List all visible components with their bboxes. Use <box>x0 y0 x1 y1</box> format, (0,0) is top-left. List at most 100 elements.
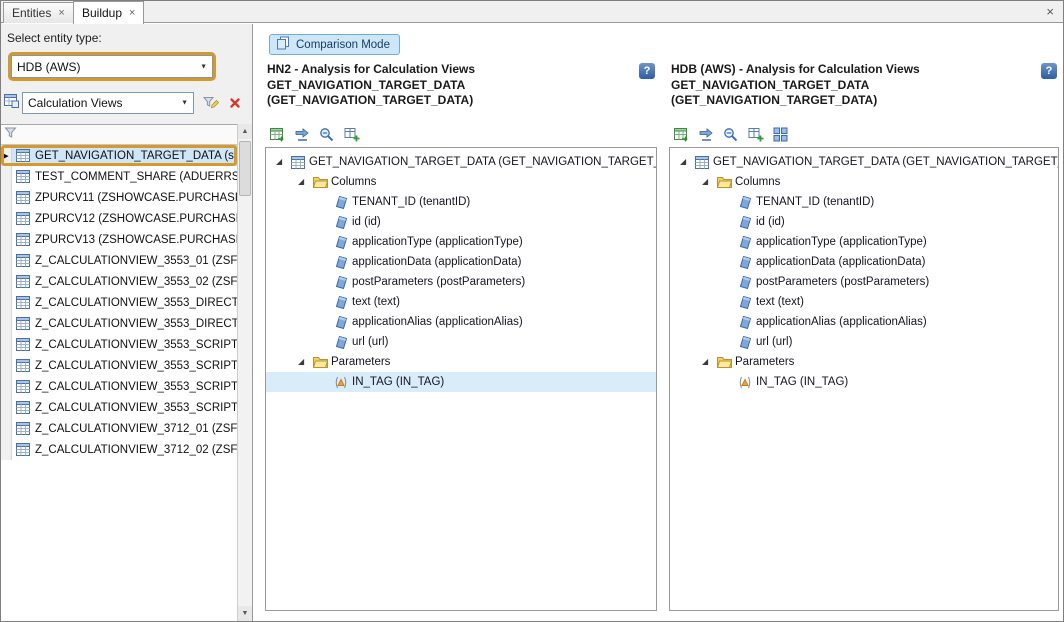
tree-item-label: applicationData (applicationData) <box>754 256 925 268</box>
list-item-label: TEST_COMMENT_SHARE (ADUERRST <box>34 171 237 183</box>
list-item[interactable]: Z_CALCULATIONVIEW_3712_01 (ZSF <box>1 418 237 439</box>
list-item-label: ZPURCV11 (ZSHOWCASE.PURCHASIN <box>34 192 237 204</box>
list-item[interactable]: Z_CALCULATIONVIEW_3553_SCRIPT <box>1 376 237 397</box>
expander-icon[interactable]: ◢ <box>702 178 715 186</box>
tree-item-label: postParameters (postParameters) <box>350 276 525 288</box>
tree-item[interactable]: postParameters (postParameters) <box>266 272 656 292</box>
tree-item[interactable]: url (url) <box>670 332 1058 352</box>
table-icon <box>12 296 34 309</box>
parameter-icon <box>736 376 754 389</box>
tree-item-label: Columns <box>329 176 376 188</box>
tab-entities[interactable]: Entities × <box>3 2 74 23</box>
list-item[interactable]: Z_CALCULATIONVIEW_3553_SCRIPT <box>1 397 237 418</box>
tree-item[interactable]: TENANT_ID (tenantID) <box>266 192 656 212</box>
expander-icon[interactable]: ◢ <box>680 158 693 166</box>
list-item[interactable]: Z_CALCULATIONVIEW_3712_02 (ZSF <box>1 439 237 460</box>
list-item-label: ZPURCV12 (ZSHOWCASE.PURCHASIN <box>34 213 237 225</box>
column-icon <box>332 336 350 349</box>
add-table-icon[interactable] <box>747 126 764 143</box>
column-icon <box>332 236 350 249</box>
column-icon <box>736 296 754 309</box>
tree-item-label: applicationAlias (applicationAlias) <box>350 316 523 328</box>
tree-item[interactable]: id (id) <box>670 212 1058 232</box>
expander-icon[interactable]: ◢ <box>276 158 289 166</box>
tree-item[interactable]: IN_TAG (IN_TAG) <box>266 372 656 392</box>
funnel-icon <box>4 126 17 144</box>
list-item[interactable]: ▶GET_NAVIGATION_TARGET_DATA (s <box>1 145 237 166</box>
tab-close-icon[interactable]: × <box>58 8 64 18</box>
list-item[interactable]: ZPURCV13 (ZSHOWCASE.PURCHASIN <box>1 229 237 250</box>
list-item[interactable]: Z_CALCULATIONVIEW_3553_01 (ZSF <box>1 250 237 271</box>
tree-item[interactable]: ◢Columns <box>670 172 1058 192</box>
table-icon <box>12 212 34 225</box>
tree-item[interactable]: applicationData (applicationData) <box>670 252 1058 272</box>
scroll-up-icon[interactable]: ▲ <box>238 124 252 139</box>
list-item[interactable]: ZPURCV12 (ZSHOWCASE.PURCHASIN <box>1 208 237 229</box>
excel-export-icon[interactable] <box>672 126 689 143</box>
expander-icon[interactable]: ◢ <box>298 358 311 366</box>
tree-item[interactable]: postParameters (postParameters) <box>670 272 1058 292</box>
tree-item-label: Parameters <box>733 356 794 368</box>
tree-item[interactable]: IN_TAG (IN_TAG) <box>670 372 1058 392</box>
tree-item[interactable]: url (url) <box>266 332 656 352</box>
comparison-icon <box>276 36 290 53</box>
view-type-dropdown-value: Calculation Views <box>28 96 123 110</box>
tree-item[interactable]: text (text) <box>670 292 1058 312</box>
tree-item[interactable]: ◢ Columns <box>266 172 656 192</box>
scrollbar-thumb[interactable] <box>239 141 251 196</box>
transfer-icon[interactable] <box>697 126 714 143</box>
table-icon <box>12 443 34 456</box>
tree-container: ◢GET_NAVIGATION_TARGET_DATA (GET_NAVIGAT… <box>265 147 657 611</box>
list-item[interactable]: Z_CALCULATIONVIEW_3553_DIRECT <box>1 313 237 334</box>
zoom-icon[interactable] <box>722 126 739 143</box>
panel-toolbar <box>672 125 789 143</box>
tree-item-label: url (url) <box>350 336 388 348</box>
tree-item[interactable]: applicationData (applicationData) <box>266 252 656 272</box>
tree-item[interactable]: applicationAlias (applicationAlias) <box>266 312 656 332</box>
matrix-icon[interactable] <box>772 126 789 143</box>
list-item[interactable]: Z_CALCULATIONVIEW_3553_SCRIPT <box>1 334 237 355</box>
entity-type-dropdown[interactable]: HDB (AWS) ▼ <box>11 55 213 78</box>
sidebar-scrollbar[interactable]: ▲ ▼ <box>237 124 252 621</box>
list-item[interactable]: TEST_COMMENT_SHARE (ADUERRST <box>1 166 237 187</box>
filter-edit-icon[interactable] <box>201 93 221 113</box>
list-item[interactable]: Z_CALCULATIONVIEW_3553_SCRIPT <box>1 355 237 376</box>
tree-item[interactable]: ◢GET_NAVIGATION_TARGET_DATA (GET_NAVIGAT… <box>670 152 1058 172</box>
tree-item[interactable]: applicationType (applicationType) <box>670 232 1058 252</box>
tree-item-label: IN_TAG (IN_TAG) <box>754 376 848 388</box>
help-icon[interactable]: ? <box>1041 63 1057 79</box>
tree-item[interactable]: ◢ Parameters <box>670 352 1058 372</box>
transfer-icon[interactable] <box>293 126 310 143</box>
row-gutter <box>1 355 12 376</box>
list-item[interactable]: Z_CALCULATIONVIEW_3553_02 (ZSF <box>1 271 237 292</box>
tree-item[interactable]: id (id) <box>266 212 656 232</box>
tree-item[interactable]: TENANT_ID (tenantID) <box>670 192 1058 212</box>
help-icon[interactable]: ? <box>639 63 655 79</box>
add-table-icon[interactable] <box>343 126 360 143</box>
comparison-mode-button[interactable]: Comparison Mode <box>269 34 400 55</box>
expander-icon[interactable]: ◢ <box>298 178 311 186</box>
view-type-dropdown[interactable]: Calculation Views ▼ <box>22 92 194 114</box>
list-item-label: Z_CALCULATIONVIEW_3553_SCRIPT <box>34 402 237 414</box>
row-gutter <box>1 313 12 334</box>
list-item-label: Z_CALCULATIONVIEW_3553_01 (ZSF <box>34 255 237 267</box>
tree-item[interactable]: ◢Parameters <box>266 352 656 372</box>
table-icon <box>12 233 34 246</box>
list-item[interactable]: Z_CALCULATIONVIEW_3553_DIRECT <box>1 292 237 313</box>
scroll-down-icon[interactable]: ▼ <box>238 606 252 621</box>
tab-close-icon[interactable]: × <box>129 8 135 18</box>
tree-item[interactable]: text (text) <box>266 292 656 312</box>
window-close-icon[interactable]: × <box>1046 4 1054 19</box>
list-item-label: Z_CALCULATIONVIEW_3553_SCRIPT <box>34 360 237 372</box>
list-item[interactable]: ZPURCV11 (ZSHOWCASE.PURCHASIN <box>1 187 237 208</box>
tree-item[interactable]: applicationType (applicationType) <box>266 232 656 252</box>
zoom-icon[interactable] <box>318 126 335 143</box>
table-icon <box>289 156 307 169</box>
expander-icon[interactable]: ◢ <box>702 358 715 366</box>
entity-list-filter-row[interactable] <box>1 125 237 145</box>
clear-filter-icon[interactable] <box>225 93 245 113</box>
tab-buildup[interactable]: Buildup × <box>73 1 144 24</box>
tree-item[interactable]: applicationAlias (applicationAlias) <box>670 312 1058 332</box>
tree-item[interactable]: ◢GET_NAVIGATION_TARGET_DATA (GET_NAVIGAT… <box>266 152 656 172</box>
excel-export-icon[interactable] <box>268 126 285 143</box>
